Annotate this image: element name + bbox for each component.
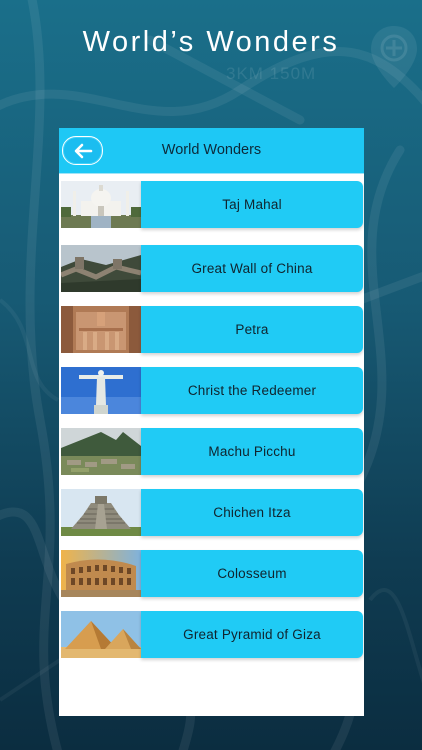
list-item-great-pyramid-of-giza[interactable]: Great Pyramid of Giza (61, 611, 363, 658)
christ-the-redeemer-image (61, 367, 141, 414)
phone-screen: World Wonders Taj Mahal Great Wall of Ch… (59, 128, 364, 716)
wonder-label: Colosseum (141, 550, 363, 597)
list-item-christ-the-redeemer[interactable]: Christ the Redeemer (61, 367, 363, 414)
wonder-label: Petra (141, 306, 363, 353)
list-item-taj-mahal[interactable]: Taj Mahal (61, 181, 363, 228)
machu-picchu-image (61, 428, 141, 475)
wonder-label: Machu Picchu (141, 428, 363, 475)
petra-image (61, 306, 141, 353)
back-button[interactable] (62, 136, 103, 165)
great-pyramid-of-giza-image (61, 611, 141, 658)
great-wall-of-china-image (61, 245, 141, 292)
wonder-label: Taj Mahal (141, 181, 363, 228)
list-item-great-wall-of-china[interactable]: Great Wall of China (61, 245, 363, 292)
colosseum-image (61, 550, 141, 597)
header-title: World Wonders (161, 142, 262, 158)
wonder-label: Great Pyramid of Giza (141, 611, 363, 658)
wonder-label: Christ the Redeemer (141, 367, 363, 414)
app-header: World Wonders (59, 128, 364, 174)
chichen-itza-image (61, 489, 141, 536)
map-distance-text: 3KM 150M (226, 64, 317, 83)
wonder-label: Chichen Itza (141, 489, 363, 536)
list-item-machu-picchu[interactable]: Machu Picchu (61, 428, 363, 475)
arrow-left-icon (74, 143, 92, 158)
list-item-colosseum[interactable]: Colosseum (61, 550, 363, 597)
list-item-petra[interactable]: Petra (61, 306, 363, 353)
promo-title: World’s Wonders (82, 26, 340, 58)
wonder-label: Great Wall of China (141, 245, 363, 292)
taj-mahal-image (61, 181, 141, 228)
list-item-chichen-itza[interactable]: Chichen Itza (61, 489, 363, 536)
